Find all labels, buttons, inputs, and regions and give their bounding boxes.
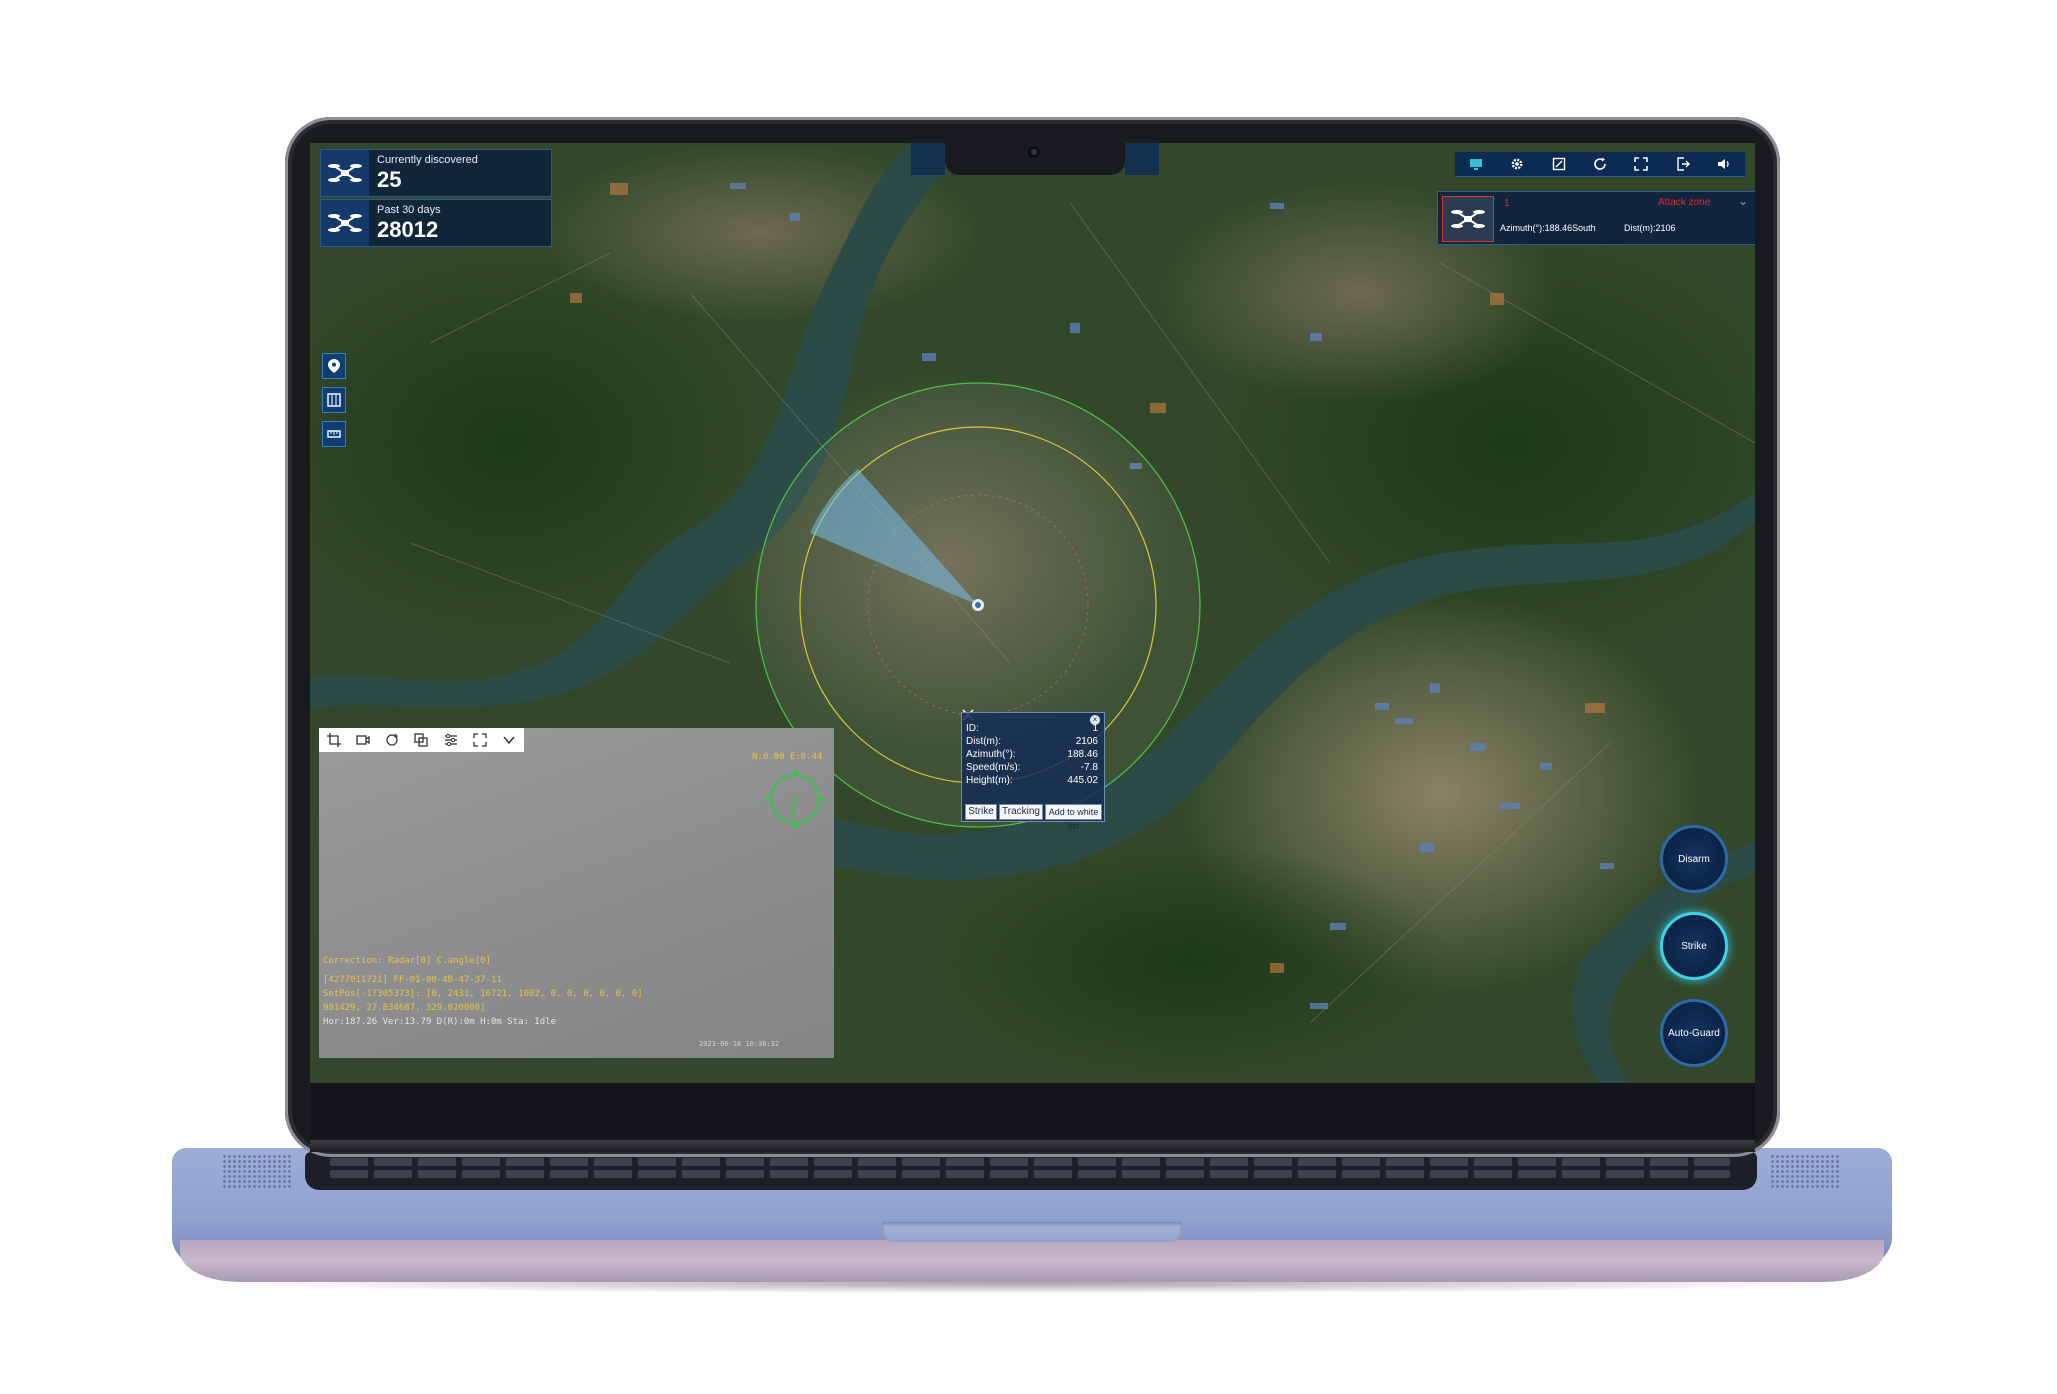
crop-button[interactable] xyxy=(325,731,343,749)
target-distance: Dist(m):2106 xyxy=(1624,223,1676,233)
monitor-icon xyxy=(1469,159,1482,170)
osd-line: SetPos[-17305373]: [0, 2431, 16721, 1002… xyxy=(323,989,643,999)
drone-icon xyxy=(321,200,369,246)
map-layers-button[interactable] xyxy=(322,387,346,413)
disarm-button[interactable]: Disarm xyxy=(1660,825,1728,893)
currently-discovered-panel: Currently discovered 25 xyxy=(320,149,552,197)
popup-row-dist: Dist(m): 2106 xyxy=(966,736,1098,749)
laptop-base-edge xyxy=(180,1240,1884,1282)
video-toolbar xyxy=(319,728,524,752)
chevron-down-icon[interactable]: ⌄ xyxy=(1738,194,1748,208)
fullscreen-button[interactable] xyxy=(1631,154,1651,174)
keyboard-row xyxy=(330,1158,1730,1166)
popup-label: ID: xyxy=(966,723,979,734)
measure-ruler-button[interactable] xyxy=(322,421,346,447)
logout-icon xyxy=(1677,157,1690,171)
record-button[interactable] xyxy=(354,731,372,749)
adjust-button[interactable] xyxy=(442,731,460,749)
tracking-button[interactable]: Tracking xyxy=(999,804,1043,820)
popup-label: Height(m): xyxy=(966,775,1013,786)
target-id: 1 xyxy=(1504,198,1510,209)
popup-value: 188.46 xyxy=(1067,749,1098,760)
laptop-hinge xyxy=(310,1140,1755,1152)
location-pin-icon xyxy=(328,359,340,373)
osd-line: [4277011721] FF-01-00-4B-47-37-11 xyxy=(323,975,502,985)
popup-row-azimuth: Azimuth(°): 188.46 xyxy=(966,749,1098,762)
past-30-days-label: Past 30 days xyxy=(377,204,441,216)
discovered-count: 25 xyxy=(377,167,402,192)
crop-icon xyxy=(326,733,341,747)
collapse-video-button[interactable] xyxy=(500,731,518,749)
osd-line: 981429, 27.834687, 329.020000] xyxy=(323,1003,486,1013)
terrain-patch xyxy=(930,843,1450,1083)
webcam-icon xyxy=(1028,146,1040,158)
past-30-days-panel: Past 30 days 28012 xyxy=(320,199,552,247)
calibration-icon xyxy=(1552,157,1565,171)
target-azimuth: Azimuth(°):188.46South xyxy=(1500,223,1596,233)
left-speaker-grille xyxy=(222,1154,292,1188)
laptop-bottom-bezel xyxy=(310,1083,1755,1139)
target-info-popup: × ID: 1 Dist(m): 2106 Azimuth(°): 188.46… xyxy=(961,712,1105,831)
osd-coordinates: N:0.00 E:0.44 xyxy=(752,752,823,762)
refresh-icon xyxy=(1594,157,1606,170)
popup-value: 1 xyxy=(1092,723,1098,734)
target-card[interactable]: 1 Attack zone ⌄ Azimuth(°):188.46South D… xyxy=(1437,191,1755,245)
app-screen: Currently discovered 25 Past 30 days 280… xyxy=(310,143,1755,1083)
video-camera-icon xyxy=(356,735,370,745)
logout-button[interactable] xyxy=(1673,154,1693,174)
osd-line: Correction: Radar[0] C.angle[0] xyxy=(323,956,491,966)
target-zone-badge: Attack zone xyxy=(1658,197,1711,208)
drone-icon xyxy=(1451,210,1485,228)
popup-label: Azimuth(°): xyxy=(966,749,1016,760)
popup-value: -7.8 xyxy=(1080,762,1098,773)
sliders-icon xyxy=(444,733,457,747)
fullscreen-icon xyxy=(1634,157,1649,171)
popup-value: 445.02 xyxy=(1067,775,1098,786)
header-ear-left xyxy=(911,143,945,175)
refresh-button[interactable] xyxy=(1590,154,1610,174)
top-toolbar xyxy=(1455,152,1745,177)
auto-guard-button[interactable]: Auto-Guard xyxy=(1660,999,1728,1067)
snapshot-button[interactable] xyxy=(412,731,430,749)
copy-icon xyxy=(414,733,429,747)
gear-icon xyxy=(1511,158,1523,170)
popup-row-id: ID: 1 xyxy=(966,723,1098,736)
popup-value: 2106 xyxy=(1075,736,1098,747)
speaker-icon xyxy=(1718,159,1729,169)
trackpad-lip xyxy=(882,1222,1182,1242)
volume-button[interactable] xyxy=(1714,154,1734,174)
monitor-button[interactable] xyxy=(1466,154,1486,174)
chevron-down-icon xyxy=(503,736,515,745)
map-layers-icon xyxy=(327,393,341,407)
camera-video-panel[interactable]: N:0.00 E:0.44 Correction: Radar[0] C.ang… xyxy=(319,728,834,1058)
ruler-icon xyxy=(327,430,341,438)
rotate-icon xyxy=(386,733,399,746)
settings-button[interactable] xyxy=(1507,154,1527,174)
osd-timestamp: 2023-06-18 10:36:32 xyxy=(699,1040,780,1048)
crosshair-reticle-icon xyxy=(766,770,824,828)
expand-icon xyxy=(473,733,487,747)
right-speaker-grille xyxy=(1770,1154,1840,1188)
popup-label: Speed(m/s): xyxy=(966,762,1021,773)
popup-row-speed: Speed(m/s): -7.8 xyxy=(966,762,1098,775)
location-pin-button[interactable] xyxy=(322,353,346,379)
map-tools xyxy=(322,353,346,455)
strike-button[interactable]: Strike xyxy=(965,804,997,820)
popup-row-height: Height(m): 445.02 xyxy=(966,775,1098,788)
rotate-button[interactable] xyxy=(383,731,401,749)
target-thumbnail xyxy=(1442,196,1494,242)
popup-label: Dist(m): xyxy=(966,736,1001,747)
add-to-whitelist-button[interactable]: Add to white list xyxy=(1045,804,1102,831)
discovered-label: Currently discovered xyxy=(377,154,478,166)
past-30-days-count: 28012 xyxy=(377,217,439,242)
drone-icon xyxy=(321,150,369,196)
expand-video-button[interactable] xyxy=(471,731,489,749)
strike-action-button[interactable]: Strike xyxy=(1660,912,1728,980)
header-ear-right xyxy=(1125,143,1159,175)
calibration-button[interactable] xyxy=(1549,154,1569,174)
osd-status-line: Hor:187.26 Ver:13.79 D(R):0m H:0m Sta: I… xyxy=(323,1017,556,1027)
keyboard-row xyxy=(330,1170,1730,1178)
